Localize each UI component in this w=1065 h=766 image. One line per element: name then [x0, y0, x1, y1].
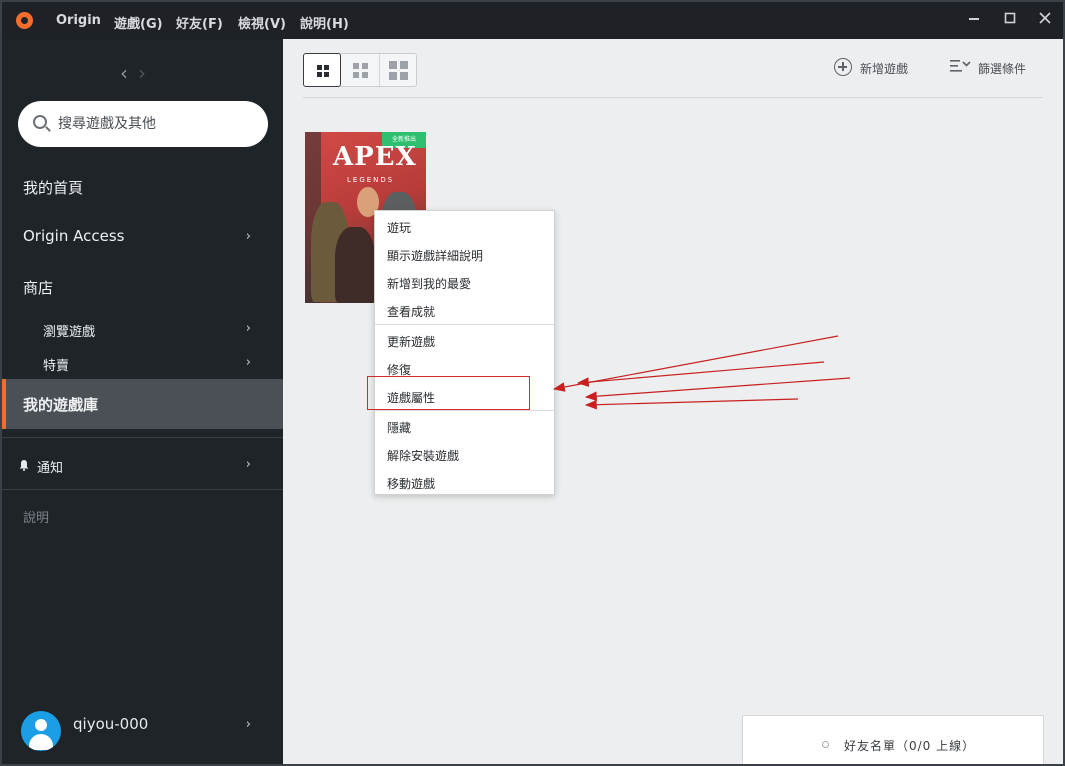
annotation-arrow — [584, 377, 851, 402]
origin-window: Origin 遊戲(G) 好友(F) 檢視(V) 說明(H) ‹› 我的首頁 O… — [0, 0, 1065, 766]
annotation-arrows — [552, 335, 851, 410]
annotation-arrow — [576, 361, 825, 387]
annotation-arrow — [584, 398, 799, 410]
